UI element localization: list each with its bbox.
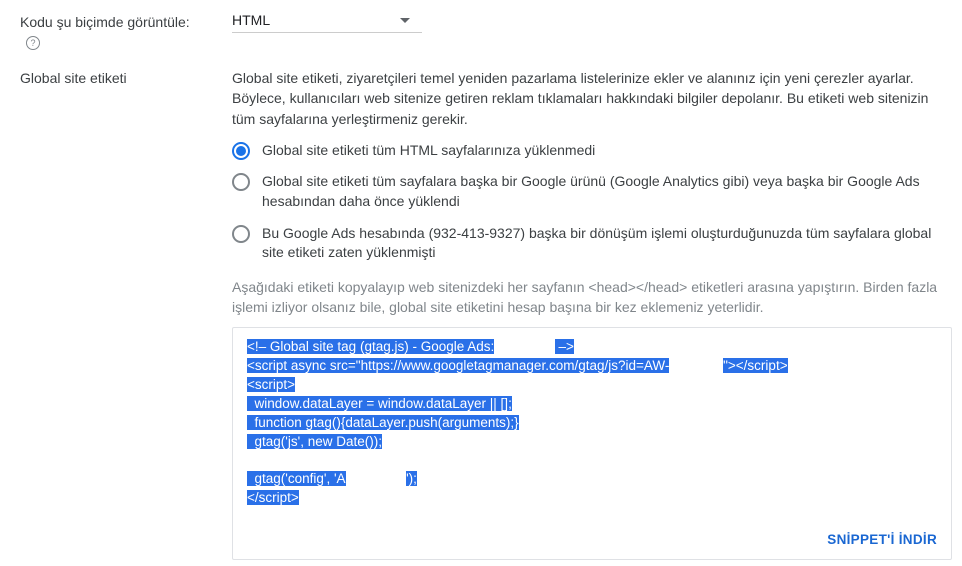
redacted-text: xxxxxx [494,339,555,354]
code-card: <!– Global site tag (gtag.js) - Google A… [232,327,952,559]
radio-label: Global site etiketi tüm sayfalara başka … [262,172,952,211]
download-snippet-button[interactable]: SNİPPET'İ İNDİR [827,532,937,547]
paste-hint: Aşağıdaki etiketi kopyalayıp web siteniz… [232,277,952,318]
code-snippet[interactable]: <!– Global site tag (gtag.js) - Google A… [233,328,951,517]
code-text: –> [555,339,574,354]
code-text: function gtag(){dataLayer.push(arguments… [247,415,519,430]
format-select-value: HTML [232,12,270,28]
global-tag-label: Global site etiketi [20,68,232,86]
radio-option-1[interactable]: Global site etiketi tüm HTML sayfalarını… [232,141,952,161]
display-format-row: Kodu şu biçimde görüntüle: ? HTML [20,12,952,50]
help-icon[interactable]: ? [26,36,40,50]
display-format-label: Kodu şu biçimde görüntüle: ? [20,12,232,50]
radio-icon [232,142,250,160]
label-text: Global site etiketi [20,70,127,86]
code-text: gtag('config', 'A [247,471,346,486]
radio-label: Global site etiketi tüm HTML sayfalarını… [262,141,952,161]
code-text: '); [406,471,417,486]
label-text: Kodu şu biçimde görüntüle: [20,14,190,30]
code-text: window.dataLayer = window.dataLayer || [… [247,396,512,411]
radio-icon [232,173,250,191]
code-text: <script async src="https://www.googletag… [247,358,669,373]
global-tag-row: Global site etiketi Global site etiketi,… [20,68,952,560]
radio-icon [232,225,250,243]
code-text: <!– Global site tag (gtag.js) - Google A… [247,339,494,354]
radio-option-2[interactable]: Global site etiketi tüm sayfalara başka … [232,172,952,211]
code-text: "></script> [723,358,787,373]
code-card-footer: SNİPPET'İ İNDİR [233,518,951,559]
format-select[interactable]: HTML [232,12,422,33]
redacted-text: xxxxxx [346,471,407,486]
radio-label: Bu Google Ads hesabında (932-413-9327) b… [262,224,952,263]
chevron-down-icon [400,18,410,23]
redacted-text: xxxxx [669,358,723,373]
global-tag-description: Global site etiketi, ziyaretçileri temel… [232,68,952,129]
code-text: </script> [247,490,299,505]
radio-option-3[interactable]: Bu Google Ads hesabında (932-413-9327) b… [232,224,952,263]
code-text: gtag('js', new Date()); [247,434,382,449]
code-text: <script> [247,377,295,392]
